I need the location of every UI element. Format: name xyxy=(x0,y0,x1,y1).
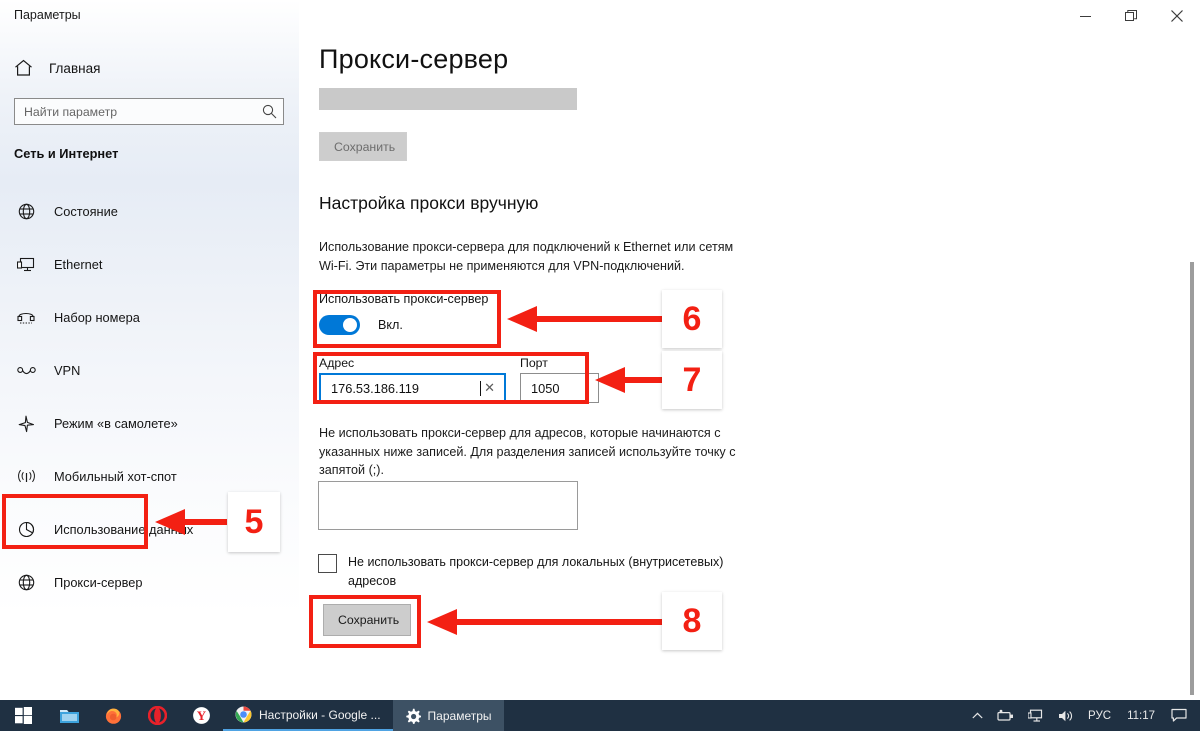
sidebar-item-dialup[interactable]: Набор номера xyxy=(0,291,299,344)
device-icon xyxy=(997,709,1014,721)
minimize-icon xyxy=(1079,15,1091,17)
yandex-browser-icon[interactable]: Y xyxy=(179,700,223,731)
annotation-number-8: 8 xyxy=(662,592,722,650)
top-save-button[interactable]: Сохранить xyxy=(319,132,407,161)
annotation-arrow-5 xyxy=(155,509,227,535)
settings-task[interactable]: Параметры xyxy=(392,700,504,731)
annotation-arrow-6 xyxy=(507,306,665,332)
tray-network-icon[interactable] xyxy=(1021,700,1051,731)
vpn-icon xyxy=(16,364,36,378)
opera-icon[interactable] xyxy=(135,700,179,731)
chevron-up-icon xyxy=(972,712,983,718)
firefox-icon[interactable] xyxy=(91,700,135,731)
globe-status-icon xyxy=(16,203,36,220)
settings-window: Параметры Главная Найти параметр Сеть и … xyxy=(0,0,1200,731)
window-controls xyxy=(1062,0,1200,32)
manual-setup-heading: Настройка прокси вручную xyxy=(319,193,539,213)
tray-device-icon[interactable] xyxy=(990,700,1021,731)
content-scrollbar[interactable] xyxy=(1190,262,1194,695)
file-explorer-icon[interactable] xyxy=(47,700,91,731)
close-button[interactable] xyxy=(1154,0,1200,32)
airplane-icon xyxy=(16,415,36,433)
notification-icon xyxy=(1171,708,1187,722)
dialup-icon xyxy=(16,310,36,325)
settings-task-label: Параметры xyxy=(427,708,492,723)
chrome-icon xyxy=(235,706,252,723)
sidebar-item-home[interactable]: Главная xyxy=(0,52,299,84)
firefox-glyph xyxy=(105,708,121,724)
sidebar-item-airplane-mode[interactable]: Режим «в самолете» xyxy=(0,397,299,450)
exceptions-box[interactable] xyxy=(318,481,578,530)
sidebar: Главная Сеть и Интернет Со xyxy=(0,0,299,700)
close-icon xyxy=(1171,10,1183,22)
annotation-number-7: 7 xyxy=(662,351,722,409)
sidebar-home-label: Главная xyxy=(49,60,101,76)
restore-icon xyxy=(1125,10,1137,21)
file-explorer-glyph xyxy=(59,709,79,723)
sidebar-item-label: Ethernet xyxy=(54,257,103,272)
sidebar-item-label: Режим «в самолете» xyxy=(54,416,178,431)
annotation-number-6: 6 xyxy=(662,290,722,348)
annotation-rect-6 xyxy=(313,290,501,348)
volume-icon xyxy=(1059,710,1073,721)
sidebar-item-proxy[interactable]: Прокси-сервер xyxy=(0,556,299,609)
search-box[interactable] xyxy=(14,98,284,125)
sidebar-item-label: VPN xyxy=(54,363,81,378)
network-icon xyxy=(1028,709,1043,722)
sidebar-section-title: Сеть и Интернет xyxy=(14,146,119,161)
start-button[interactable] xyxy=(0,700,47,731)
title-bar: Параметры xyxy=(0,0,1200,32)
gear-icon xyxy=(405,708,421,724)
tray-language[interactable]: РУС xyxy=(1081,700,1118,731)
home-icon xyxy=(15,59,32,76)
sidebar-item-label: Набор номера xyxy=(54,310,140,325)
yandex-glyph: Y xyxy=(192,707,210,724)
search-icon[interactable] xyxy=(262,104,277,119)
proxy-globe-icon xyxy=(16,574,36,591)
sidebar-item-status[interactable]: Состояние xyxy=(0,185,299,238)
hotspot-icon xyxy=(16,469,36,485)
annotation-number-5: 5 xyxy=(228,492,280,552)
exceptions-description: Не использовать прокси-сервер для адресо… xyxy=(319,426,736,477)
minimize-button[interactable] xyxy=(1062,0,1108,32)
ethernet-icon xyxy=(16,257,36,273)
chrome-task[interactable]: Настройки - Google ... xyxy=(223,700,393,731)
sidebar-item-label: Мобильный хот-спот xyxy=(54,469,177,484)
svg-text:Y: Y xyxy=(196,708,206,723)
page-title: Прокси-сервер xyxy=(319,44,509,74)
action-center-button[interactable] xyxy=(1164,700,1194,731)
opera-glyph xyxy=(147,706,167,725)
tray-chevron-up-icon[interactable] xyxy=(965,700,990,731)
annotation-arrow-7 xyxy=(595,367,665,393)
sidebar-item-label: Прокси-сервер xyxy=(54,575,143,590)
chrome-task-label: Настройки - Google ... xyxy=(259,707,381,722)
exceptions-textarea[interactable] xyxy=(319,482,577,529)
annotation-rect-5 xyxy=(2,494,148,549)
main-content: Прокси-сервер Сохранить Настройка прокси… xyxy=(299,0,1200,700)
redacted-value-bar xyxy=(319,88,577,110)
sidebar-item-vpn[interactable]: VPN xyxy=(0,344,299,397)
windows-logo-icon xyxy=(15,707,32,724)
annotation-rect-8 xyxy=(309,595,421,648)
restore-button[interactable] xyxy=(1108,0,1154,32)
tray-volume-icon[interactable] xyxy=(1051,700,1081,731)
annotation-arrow-8 xyxy=(427,609,665,635)
local-bypass-checkbox[interactable] xyxy=(318,554,337,573)
sidebar-item-label: Состояние xyxy=(54,204,118,219)
system-tray: РУС 11:17 xyxy=(965,700,1200,731)
manual-setup-description: Использование прокси-сервера для подключ… xyxy=(319,240,734,273)
sidebar-item-ethernet[interactable]: Ethernet xyxy=(0,238,299,291)
window-title: Параметры xyxy=(14,8,81,22)
annotation-rect-7 xyxy=(313,352,589,404)
local-bypass-label: Не использовать прокси-сервер для локаль… xyxy=(348,555,724,588)
local-bypass-row: Не использовать прокси-сервер для локаль… xyxy=(318,553,743,591)
search-input[interactable] xyxy=(24,104,262,119)
taskbar: Y Настройки - Google ... Параметры РУС 1… xyxy=(0,700,1200,731)
tray-clock[interactable]: 11:17 xyxy=(1118,700,1164,731)
